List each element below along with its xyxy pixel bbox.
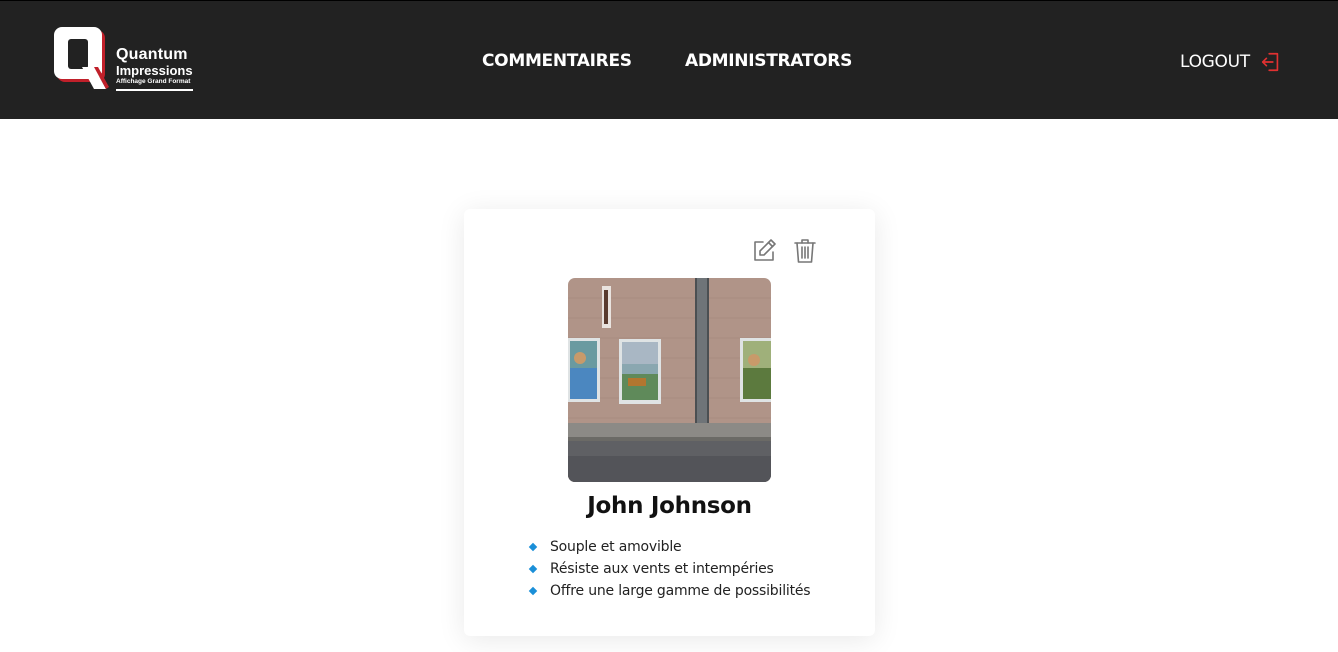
feature-item: Résiste aux vents et intempéries xyxy=(528,558,810,580)
client-name: John Johnson xyxy=(587,493,752,519)
diamond-bullet-icon xyxy=(528,586,538,596)
logout-label: LOGOUT xyxy=(1180,52,1250,72)
quantum-logo[interactable]: Quantum Impressions Affichage Grand Form… xyxy=(54,27,206,93)
nav-administrators[interactable]: ADMINISTRATORS xyxy=(685,51,852,71)
feature-list: Souple et amovible Résiste aux vents et … xyxy=(528,536,811,602)
client-card: John Johnson Souple et amovible Résiste … xyxy=(464,209,875,636)
feature-item: Offre une large gamme de possibilités xyxy=(528,580,811,602)
storefront-image xyxy=(568,278,771,482)
logo-line-2: Impressions xyxy=(116,63,193,78)
diamond-bullet-icon xyxy=(528,564,538,574)
logo-line-1: Quantum xyxy=(116,46,188,63)
logo-tagline: Affichage Grand Format xyxy=(116,78,193,91)
trash-icon[interactable] xyxy=(793,238,817,264)
diamond-bullet-icon xyxy=(528,542,538,552)
feature-text: Résiste aux vents et intempéries xyxy=(550,561,774,577)
feature-item: Souple et amovible xyxy=(528,536,810,558)
client-photo xyxy=(568,278,771,482)
q-logo-icon xyxy=(54,27,109,89)
nav-commentaires[interactable]: COMMENTAIRES xyxy=(482,51,632,71)
logo-wordmark: Quantum Impressions Affichage Grand Form… xyxy=(116,47,193,91)
feature-text: Offre une large gamme de possibilités xyxy=(550,583,811,599)
top-navbar: Quantum Impressions Affichage Grand Form… xyxy=(0,0,1338,119)
edit-icon[interactable] xyxy=(751,238,777,264)
logout-icon xyxy=(1261,52,1279,72)
logout-button[interactable]: LOGOUT xyxy=(1180,51,1282,73)
feature-text: Souple et amovible xyxy=(550,539,682,555)
